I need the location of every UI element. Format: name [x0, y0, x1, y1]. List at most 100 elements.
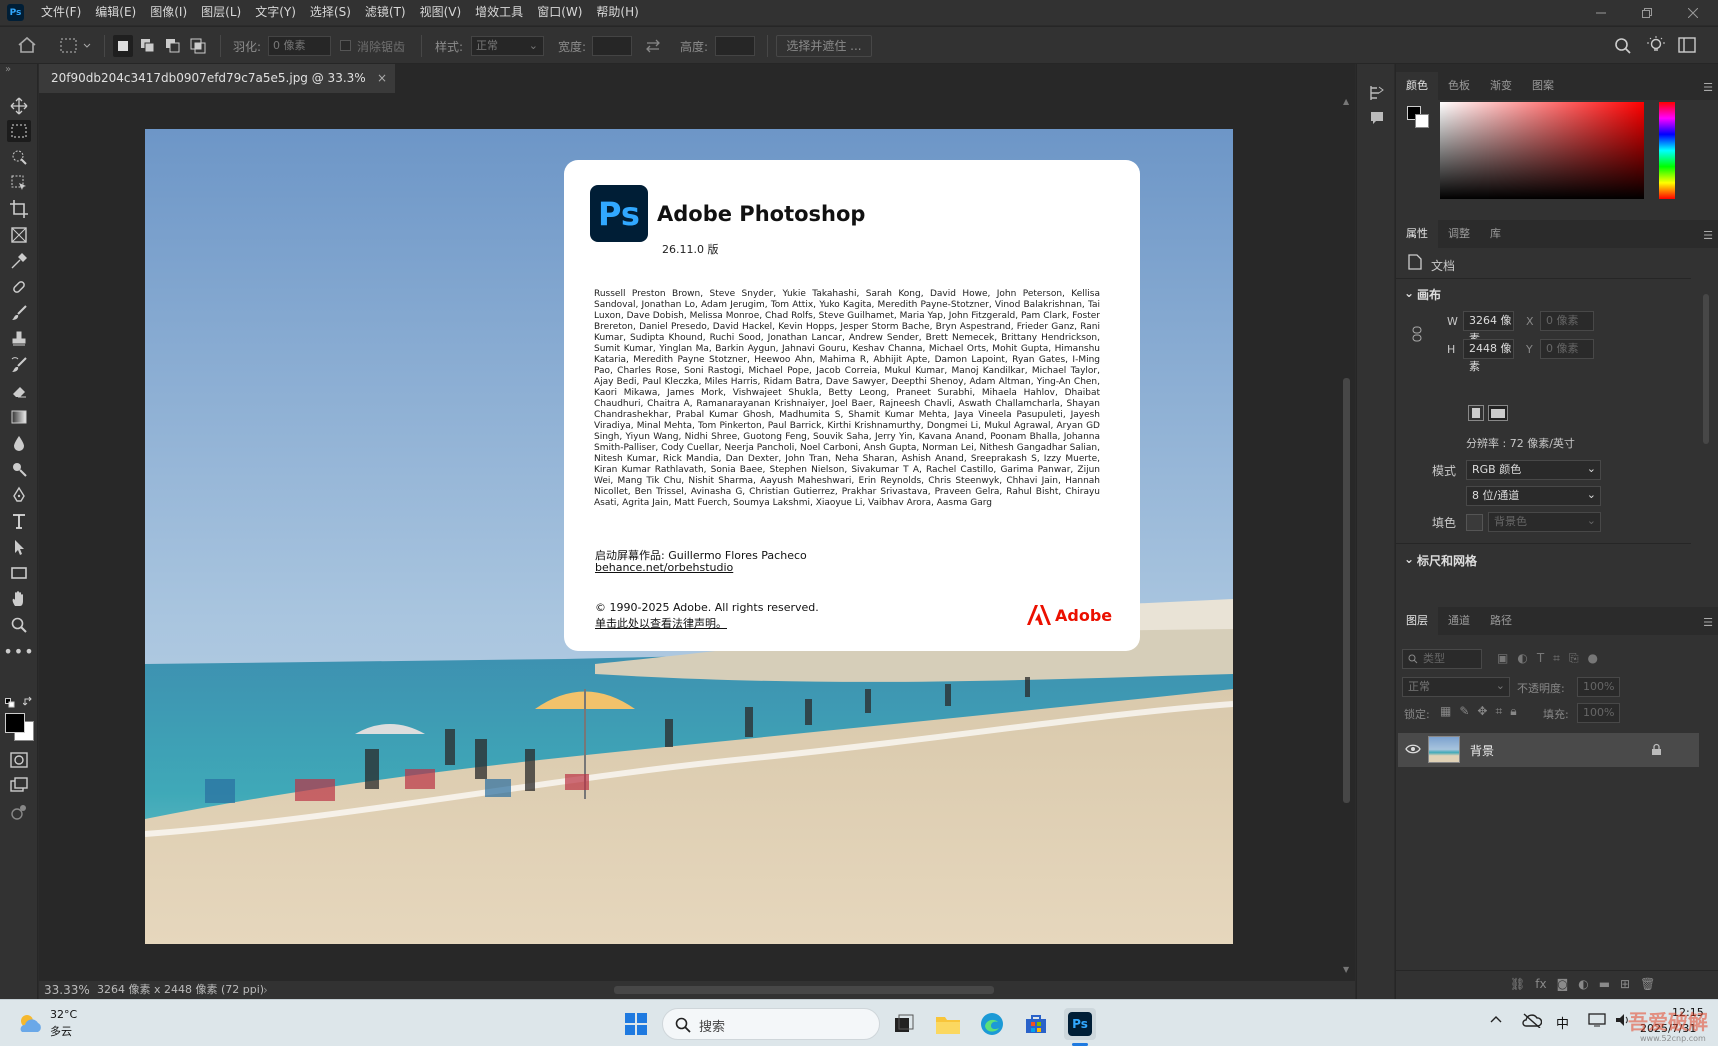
zoom-tool[interactable]: [7, 614, 31, 636]
canvas-width-input[interactable]: 3264 像素: [1463, 311, 1514, 345]
menu-type[interactable]: 文字(Y): [248, 0, 303, 25]
splash-artwork-link[interactable]: behance.net/orbehstudio: [595, 561, 733, 574]
healing-brush-tool[interactable]: [7, 276, 31, 298]
history-brush-tool[interactable]: [7, 354, 31, 376]
fill-color-swatch[interactable]: [1466, 514, 1483, 531]
close-window-button[interactable]: [1670, 0, 1716, 25]
fx-icon[interactable]: fx: [1535, 977, 1546, 991]
pen-tool[interactable]: [7, 484, 31, 506]
ime-indicator[interactable]: 中: [1556, 1013, 1569, 1032]
panel-menu-icon[interactable]: ☰: [1703, 81, 1713, 94]
menu-layer[interactable]: 图层(L): [194, 0, 248, 25]
new-selection-button[interactable]: [113, 35, 133, 57]
new-group-icon[interactable]: ▬: [1599, 977, 1610, 991]
vertical-scrollbar[interactable]: ▲ ▼: [1339, 93, 1355, 981]
menu-window[interactable]: 窗口(W): [530, 0, 589, 25]
link-layers-icon[interactable]: ⛓︎: [1510, 977, 1525, 991]
opacity-input[interactable]: 100%: [1577, 677, 1620, 697]
maximize-button[interactable]: [1624, 0, 1670, 25]
trash-icon[interactable]: 🗑︎: [1640, 977, 1655, 991]
select-and-mask-button[interactable]: 选择并遮住 ...: [776, 35, 872, 57]
dodge-tool[interactable]: [7, 458, 31, 480]
marquee-tool-preset-button[interactable]: [60, 37, 92, 55]
visibility-eye-icon[interactable]: [1405, 743, 1421, 755]
edit-toolbar-button[interactable]: •••: [3, 640, 33, 662]
layer-filter-select[interactable]: 类型: [1402, 649, 1482, 669]
menu-edit[interactable]: 编辑(E): [88, 0, 143, 25]
close-tab-icon[interactable]: ×: [377, 64, 387, 93]
panel-menu-icon[interactable]: ☰: [1703, 616, 1713, 629]
comments-panel-button[interactable]: [1369, 110, 1385, 126]
foreground-color-swatch[interactable]: [5, 713, 25, 733]
scroll-up-icon[interactable]: ▲: [1343, 97, 1349, 106]
adjustment-layer-icon[interactable]: ◐: [1578, 977, 1588, 991]
rect-marquee-tool[interactable]: [7, 120, 31, 142]
legal-notices-link[interactable]: 单击此处以查看法律声明。: [595, 615, 727, 631]
type-filter-icon[interactable]: T: [1537, 651, 1544, 666]
lock-transparency-icon[interactable]: ▦: [1440, 704, 1451, 719]
share-button[interactable]: [7, 801, 31, 823]
path-selection-tool[interactable]: [7, 536, 31, 558]
properties-scroll-thumb[interactable]: [1703, 294, 1709, 444]
menu-help[interactable]: 帮助(H): [589, 0, 645, 25]
workspace-button[interactable]: [1678, 37, 1696, 53]
display-icon[interactable]: [1588, 1012, 1606, 1028]
tab-swatches[interactable]: 色板: [1438, 72, 1480, 100]
blend-mode-select[interactable]: 正常 ⌄: [1402, 677, 1510, 697]
shape-filter-icon[interactable]: ⌗: [1553, 651, 1560, 666]
move-tool[interactable]: [7, 95, 31, 117]
document-tab[interactable]: 20f90db204c3417db0907efd79c7a5e5.jpg @ 3…: [39, 64, 395, 114]
lock-artboard-icon[interactable]: ⌗: [1495, 704, 1502, 719]
eraser-tool[interactable]: [7, 380, 31, 402]
start-button[interactable]: [620, 1008, 652, 1040]
search-button[interactable]: [1614, 37, 1632, 55]
layer-row[interactable]: 背景: [1398, 733, 1699, 767]
store-button[interactable]: [1020, 1008, 1052, 1040]
edge-browser-button[interactable]: [976, 1008, 1008, 1040]
fill-select[interactable]: 背景色 ⌄: [1488, 512, 1601, 532]
about-splash-dialog[interactable]: Ps Adobe Photoshop 26.11.0 版 Russell Pre…: [564, 160, 1140, 651]
canvas-section-toggle[interactable]: ⌄: [1404, 286, 1414, 300]
rectangle-tool[interactable]: [7, 562, 31, 584]
link-dimensions-icon[interactable]: [1412, 326, 1422, 342]
hand-tool[interactable]: [7, 588, 31, 610]
landscape-orientation-button[interactable]: [1488, 405, 1508, 421]
screen-mode-button[interactable]: [7, 774, 31, 796]
portrait-orientation-button[interactable]: [1468, 405, 1484, 421]
menu-view[interactable]: 视图(V): [413, 0, 469, 25]
add-mask-icon[interactable]: ◙: [1557, 977, 1569, 991]
filter-toggle-icon[interactable]: ●: [1588, 651, 1598, 666]
menu-filter[interactable]: 滤镜(T): [358, 0, 413, 25]
object-selection-tool[interactable]: [7, 146, 31, 168]
tab-libraries[interactable]: 库: [1480, 220, 1511, 248]
panel-menu-icon[interactable]: ☰: [1703, 229, 1713, 242]
pixel-filter-icon[interactable]: ▣: [1497, 651, 1508, 666]
style-select[interactable]: 正常 ⌄: [471, 36, 544, 56]
lock-all-icon[interactable]: 🔒︎: [1510, 704, 1516, 719]
photoshop-taskbar-button[interactable]: Ps: [1064, 1008, 1096, 1040]
scroll-down-icon[interactable]: ▼: [1343, 965, 1349, 974]
history-panel-button[interactable]: [1369, 84, 1385, 102]
tab-adjustments[interactable]: 调整: [1438, 220, 1480, 248]
swap-dimensions-button[interactable]: [644, 37, 662, 55]
tray-overflow-button[interactable]: [1490, 1014, 1502, 1024]
color-mode-select[interactable]: RGB 颜色 ⌄: [1466, 460, 1601, 480]
add-to-selection-button[interactable]: [138, 35, 158, 57]
home-button[interactable]: [17, 36, 37, 54]
vertical-scroll-thumb[interactable]: [1343, 378, 1350, 803]
taskbar-search[interactable]: 搜索: [662, 1008, 880, 1040]
intersect-selection-button[interactable]: [188, 35, 208, 57]
hue-slider[interactable]: [1659, 102, 1675, 199]
antialias-checkbox[interactable]: [340, 40, 351, 51]
subtract-selection-button[interactable]: [163, 35, 183, 57]
adjustment-filter-icon[interactable]: ◐: [1517, 651, 1527, 666]
new-layer-icon[interactable]: ⊞: [1620, 977, 1630, 991]
brush-tool[interactable]: [7, 302, 31, 324]
frame-tool[interactable]: [7, 224, 31, 246]
tab-channels[interactable]: 通道: [1438, 607, 1480, 635]
width-input[interactable]: [592, 36, 632, 56]
weather-widget[interactable]: [16, 1012, 44, 1034]
swap-colors-button[interactable]: [23, 696, 34, 707]
horizontal-scroll-thumb[interactable]: [614, 986, 994, 994]
task-view-button[interactable]: [888, 1008, 920, 1040]
